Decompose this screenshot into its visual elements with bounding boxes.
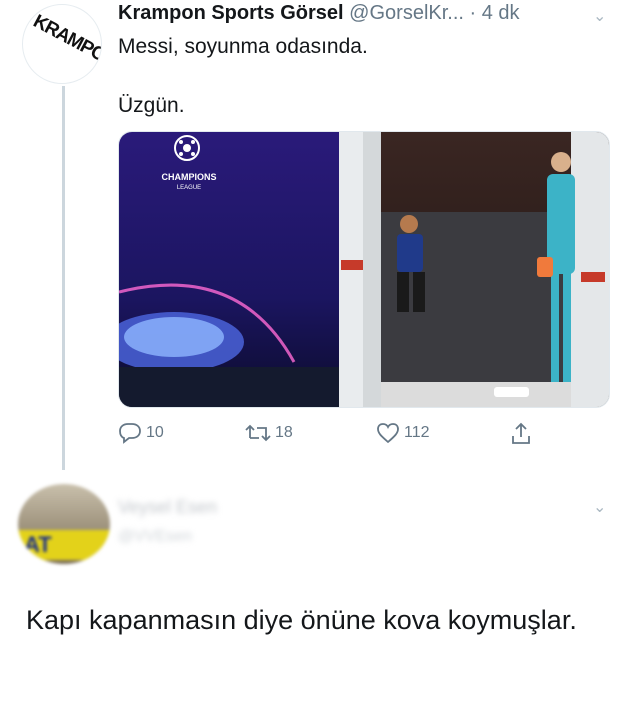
author-avatar[interactable]: KRAMPON [22,4,102,84]
share-button[interactable] [510,422,536,446]
author-name[interactable]: Krampon Sports Görsel [118,2,344,24]
retweet-button[interactable]: 18 [245,422,293,444]
tweet-media[interactable]: CHAMPIONS LEAGUE [118,131,610,408]
like-count: 112 [404,424,430,441]
retweet-count: 18 [275,424,293,441]
tweet-header: Krampon Sports Görsel @GorselKr... · 4 d… [118,2,520,25]
media-image: CHAMPIONS LEAGUE [119,132,609,407]
thread-line [62,86,65,470]
retweet-icon [245,424,271,442]
like-icon [377,423,399,444]
share-icon [512,422,530,444]
tweet-text-line2: Üzgün. [118,94,185,117]
tweet-actions: 10 18 112 [118,422,598,448]
champions-text: CHAMPIONS [161,172,216,182]
reply-icon [119,423,141,444]
reply-author-avatar[interactable]: AT [18,484,110,564]
tweet-text-line1: Messi, soyunma odasında. [118,35,368,58]
reply-chevron-down-icon[interactable]: ⌄ [593,497,606,517]
avatar-logo-text: KRAMPON [29,10,102,73]
avatar-badge-text: AT [18,530,110,560]
chevron-down-icon[interactable]: ⌄ [593,6,606,26]
league-text: LEAGUE [177,185,201,191]
reply-author-name[interactable]: Veysel Esen [118,497,217,518]
reply-count: 10 [146,424,164,441]
reply-button[interactable]: 10 [118,422,164,444]
author-handle[interactable]: @GorselKr... [349,2,464,24]
tweet-time[interactable]: · 4 dk [470,2,520,24]
reply-author-handle[interactable]: @VVEsen [118,528,192,546]
like-button[interactable]: 112 [376,422,430,444]
reply-text: Kapı kapanmasın diye önüne kova koymuşla… [26,605,577,635]
